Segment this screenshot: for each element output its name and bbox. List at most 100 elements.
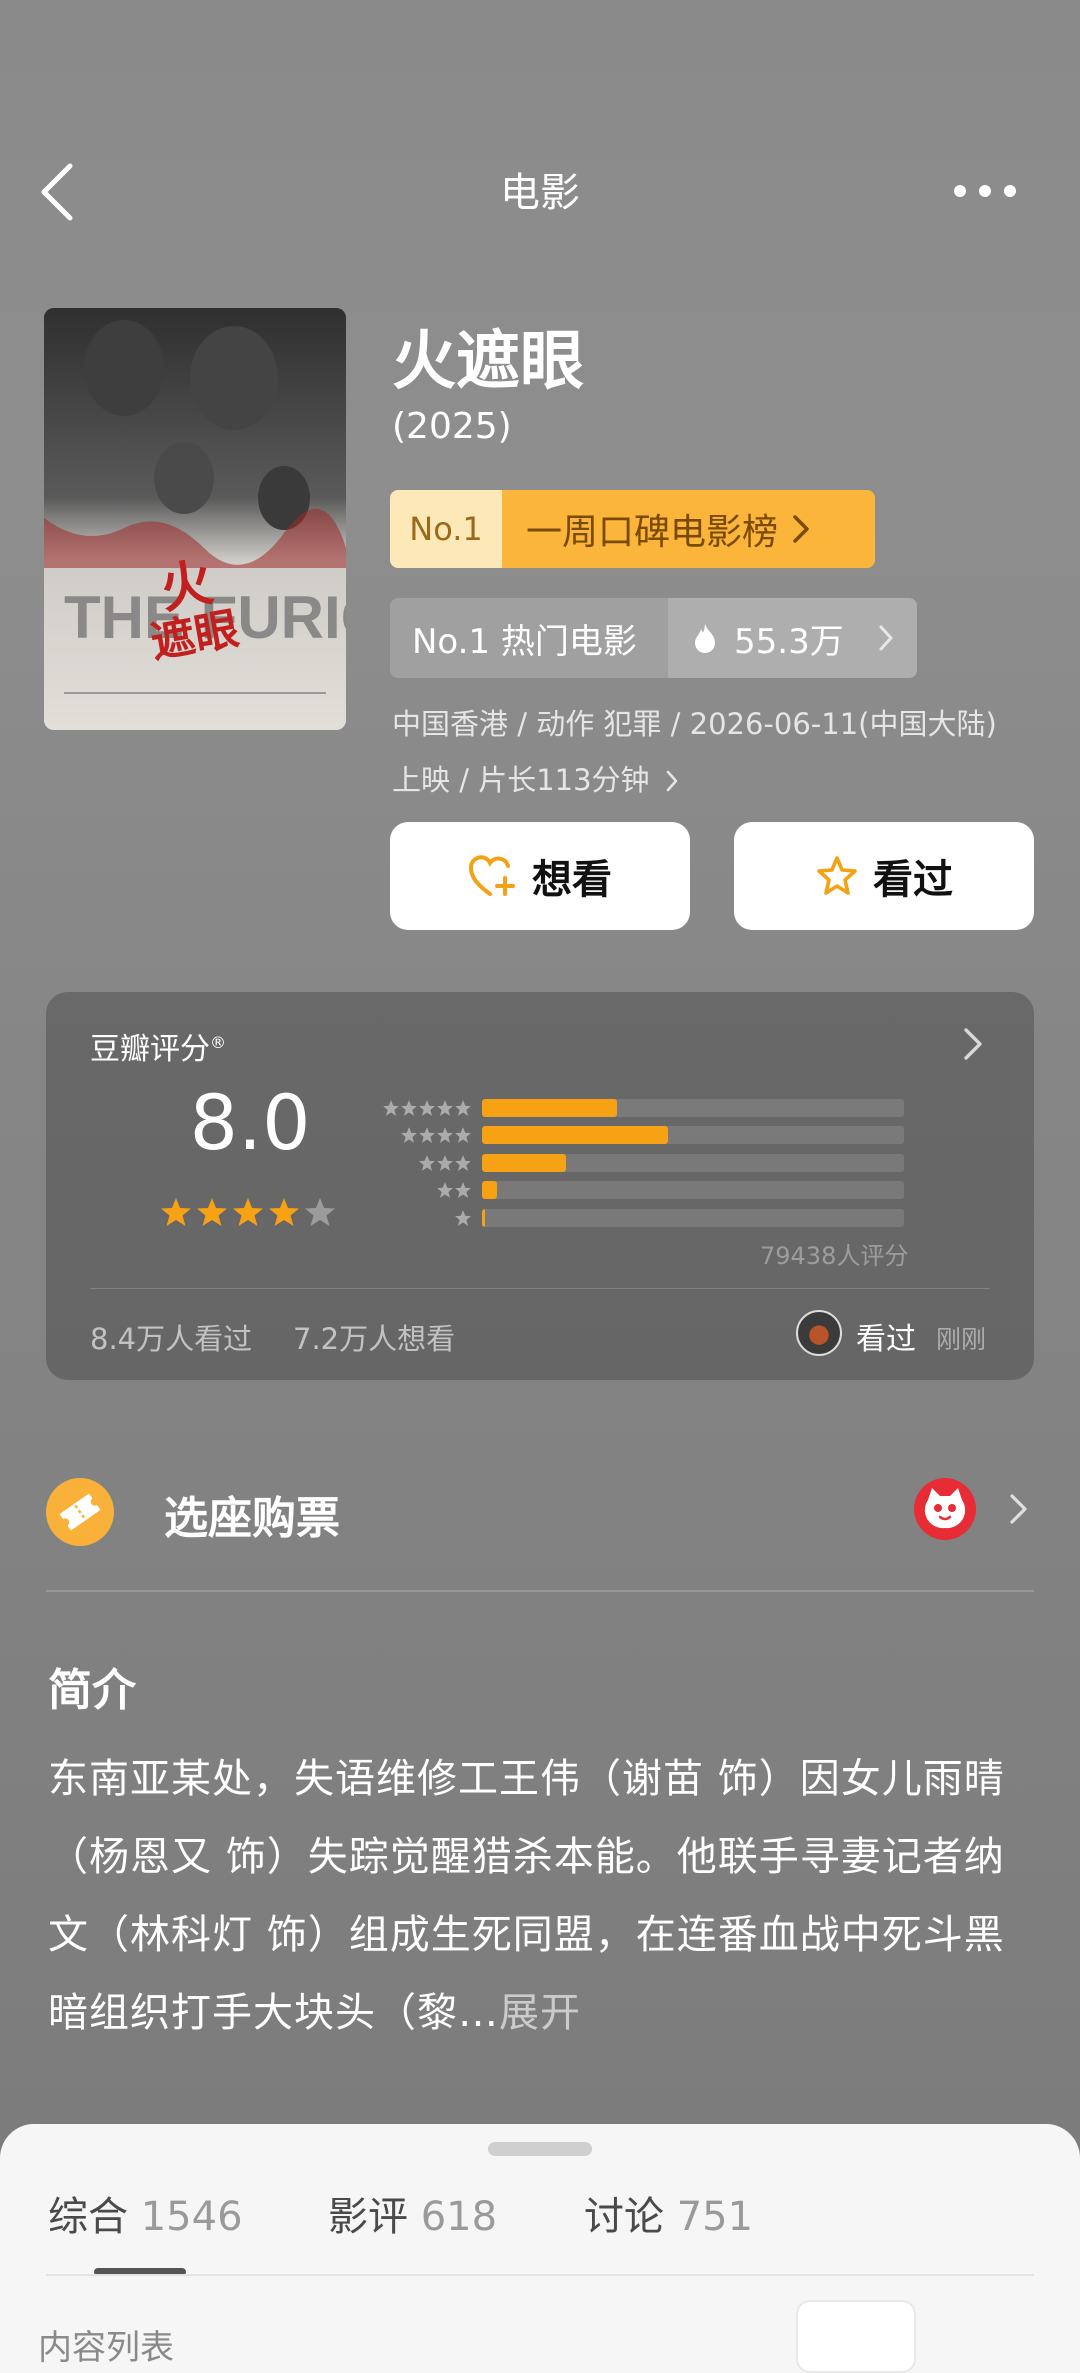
meta-line-2-wrap: 上映 / 片长113分钟 (392, 752, 1052, 808)
rank-label: 一周口碑电影榜 (526, 512, 779, 553)
bar-stars (376, 1154, 482, 1172)
small-star-icon (437, 1182, 453, 1199)
rating-bar-fill (482, 1098, 618, 1117)
hot-label: No.1 热门电影 (390, 598, 668, 678)
maoyan-cat-icon[interactable] (914, 1478, 976, 1540)
rating-stars (160, 1196, 336, 1228)
rank-label-wrap: 一周口碑电影榜 (502, 490, 875, 568)
rating-bar-fill (482, 1126, 668, 1145)
chevron-right-icon (793, 515, 809, 543)
rating-label-wrap: 豆瓣评分® (90, 1032, 226, 1067)
movie-poster[interactable]: THE FURIOUS 火 遮眼 (44, 308, 346, 730)
star-outline-icon (817, 856, 857, 895)
more-icon[interactable] (950, 176, 1020, 206)
small-star-icon (437, 1127, 453, 1144)
rating-bar-fill (482, 1181, 497, 1200)
chevron-right-icon[interactable] (1008, 1492, 1030, 1526)
tab-label: 讨论 (584, 2194, 664, 2240)
seen-stat: 8.4万人看过 (90, 1322, 253, 1356)
movie-meta[interactable]: 中国香港 / 动作 犯罪 / 2026-06-11(中国大陆) 上映 / 片长1… (392, 696, 1052, 808)
meta-line-2: 上映 / 片长113分钟 (392, 763, 650, 797)
list-label: 内容列表 (38, 2328, 174, 2368)
sheet-handle[interactable] (488, 2142, 592, 2156)
small-star-icon (455, 1154, 471, 1171)
star-filled-icon (233, 1198, 263, 1226)
bar-stars (376, 1209, 482, 1227)
small-star-icon (383, 1099, 399, 1116)
rating-bar-fill (482, 1208, 486, 1227)
small-star-icon (455, 1209, 471, 1226)
rating-bar-row (376, 1094, 904, 1122)
tab-count: 1546 (140, 2194, 243, 2240)
star-filled-icon (161, 1198, 191, 1226)
star-empty-icon (305, 1198, 335, 1226)
tab-reviews[interactable]: 影评 618 (328, 2184, 497, 2242)
rating-bar-track (482, 1153, 904, 1172)
hot-count-wrap: 55.3万 (668, 598, 917, 678)
small-star-icon (455, 1127, 471, 1144)
hot-badge[interactable]: No.1 热门电影 55.3万 (390, 598, 917, 678)
rating-bar-track (482, 1098, 904, 1117)
rating-bar-row (376, 1122, 904, 1150)
page-title: 电影 (500, 170, 580, 216)
rating-label: 豆瓣评分 (90, 1032, 210, 1067)
chevron-right-icon (666, 770, 678, 792)
hot-count: 55.3万 (734, 621, 844, 662)
rating-bar-row (376, 1149, 904, 1177)
bar-stars (376, 1181, 482, 1199)
small-star-icon (401, 1127, 417, 1144)
friend-seen-time: 刚刚 (936, 1325, 987, 1354)
want-button[interactable]: 想看 (390, 822, 690, 930)
want-label: 想看 (532, 857, 612, 903)
bar-stars (376, 1126, 482, 1144)
rating-bar-fill (482, 1153, 567, 1172)
sheet-divider (46, 2274, 1034, 2276)
star-filled-icon (197, 1198, 227, 1226)
small-star-icon (437, 1154, 453, 1171)
intro-body-wrap: 东南亚某处，失语维修工王伟（谢苗 饰）因女儿雨晴（杨恩又 饰）失踪觉醒猎杀本能。… (48, 1740, 1038, 2052)
rating-bar-track (482, 1208, 904, 1227)
rating-count: 79438人评分 (760, 1242, 909, 1270)
bar-stars (376, 1099, 482, 1117)
small-star-icon (419, 1127, 435, 1144)
tab-count: 618 (420, 2194, 498, 2240)
rating-score: 8.0 (189, 1078, 311, 1167)
flame-icon (695, 624, 715, 653)
rating-bar-track (482, 1126, 904, 1145)
tab-overall[interactable]: 综合 1546 (48, 2184, 243, 2242)
want-stat: 7.2万人想看 (293, 1322, 456, 1356)
rating-bar-row (376, 1204, 904, 1232)
section-divider (46, 1590, 1034, 1592)
chevron-right-icon[interactable] (962, 1026, 986, 1062)
meta-line-1: 中国香港 / 动作 犯罪 / 2026-06-11(中国大陆) (392, 707, 997, 741)
tab-count: 751 (676, 2194, 754, 2240)
small-star-icon (455, 1099, 471, 1116)
tab-label: 影评 (328, 2194, 408, 2240)
movie-year: (2025) (392, 406, 512, 447)
tab-label: 综合 (48, 2194, 128, 2240)
rating-bar-track (482, 1181, 904, 1200)
sort-button[interactable] (796, 2300, 916, 2373)
small-star-icon (455, 1182, 471, 1199)
tab-discussion[interactable]: 讨论 751 (584, 2184, 753, 2242)
rating-bar-row (376, 1177, 904, 1205)
rank-badge[interactable]: No.1 一周口碑电影榜 (390, 490, 875, 568)
movie-title: 火遮眼 (392, 325, 584, 399)
avatar[interactable] (796, 1310, 842, 1356)
intro-title: 简介 (48, 1665, 136, 1716)
rating-divider (90, 1288, 990, 1289)
friend-seen-tag: 看过 (856, 1322, 916, 1357)
star-filled-icon (269, 1198, 299, 1226)
expand-link[interactable]: 展开 (499, 1990, 581, 2036)
small-star-icon (437, 1099, 453, 1116)
ticket-icon (46, 1478, 114, 1546)
small-star-icon (401, 1099, 417, 1116)
small-star-icon (419, 1099, 435, 1116)
small-star-icon (419, 1154, 435, 1171)
seen-label: 看过 (873, 857, 953, 903)
seen-button[interactable]: 看过 (734, 822, 1034, 930)
rank-number: No.1 (390, 490, 502, 568)
ticket-label[interactable]: 选座购票 (164, 1482, 340, 1546)
heart-plus-icon (469, 855, 515, 896)
chevron-right-icon (879, 625, 893, 651)
